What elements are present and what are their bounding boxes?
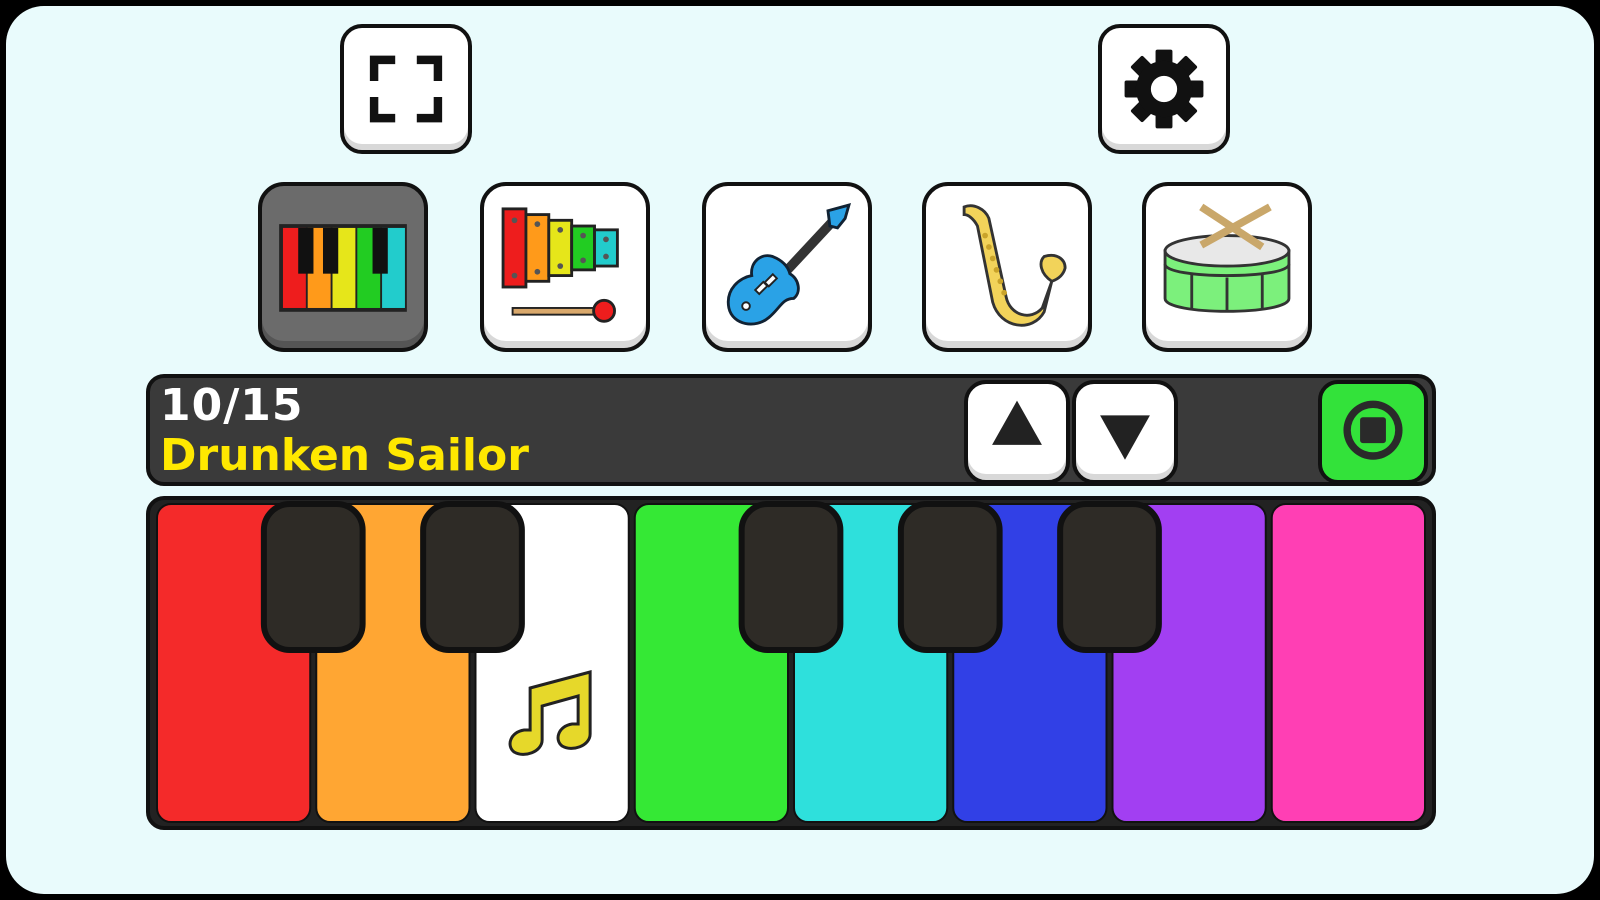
instrument-saxophone-button[interactable] xyxy=(922,182,1092,352)
instrument-xylophone-button[interactable] xyxy=(480,182,650,352)
song-bar: 10/15 Drunken Sailor xyxy=(146,374,1436,486)
triangle-up-icon xyxy=(992,400,1042,445)
stop-button[interactable] xyxy=(1318,380,1428,484)
previous-song-button[interactable] xyxy=(964,380,1070,484)
black-key[interactable] xyxy=(260,501,366,653)
piano-keys xyxy=(156,501,1426,823)
fullscreen-button[interactable] xyxy=(340,24,472,154)
saxophone-icon xyxy=(962,204,1067,327)
triangle-down-icon xyxy=(1100,415,1150,460)
instrument-piano-button[interactable] xyxy=(258,182,428,352)
drum-icon xyxy=(1163,203,1291,313)
song-counter: 10/15 xyxy=(160,380,304,431)
gear-icon xyxy=(1124,49,1204,129)
fullscreen-icon xyxy=(369,55,443,123)
settings-button[interactable] xyxy=(1098,24,1230,154)
song-title: Drunken Sailor xyxy=(160,430,529,481)
stop-icon xyxy=(1343,400,1403,460)
instrument-guitar-button[interactable] xyxy=(702,182,872,352)
white-key[interactable] xyxy=(1270,503,1426,823)
piano-keyboard xyxy=(146,496,1436,830)
black-key[interactable] xyxy=(897,501,1003,653)
piano-icon xyxy=(279,224,407,312)
instrument-drum-button[interactable] xyxy=(1142,182,1312,352)
black-key[interactable] xyxy=(1057,501,1162,653)
xylophone-icon xyxy=(501,207,619,323)
electric-guitar-icon xyxy=(726,203,852,326)
black-key[interactable] xyxy=(420,501,525,653)
black-key[interactable] xyxy=(738,501,844,653)
app-background: 10/15 Drunken Sailor xyxy=(6,6,1594,894)
next-song-button[interactable] xyxy=(1072,380,1178,484)
